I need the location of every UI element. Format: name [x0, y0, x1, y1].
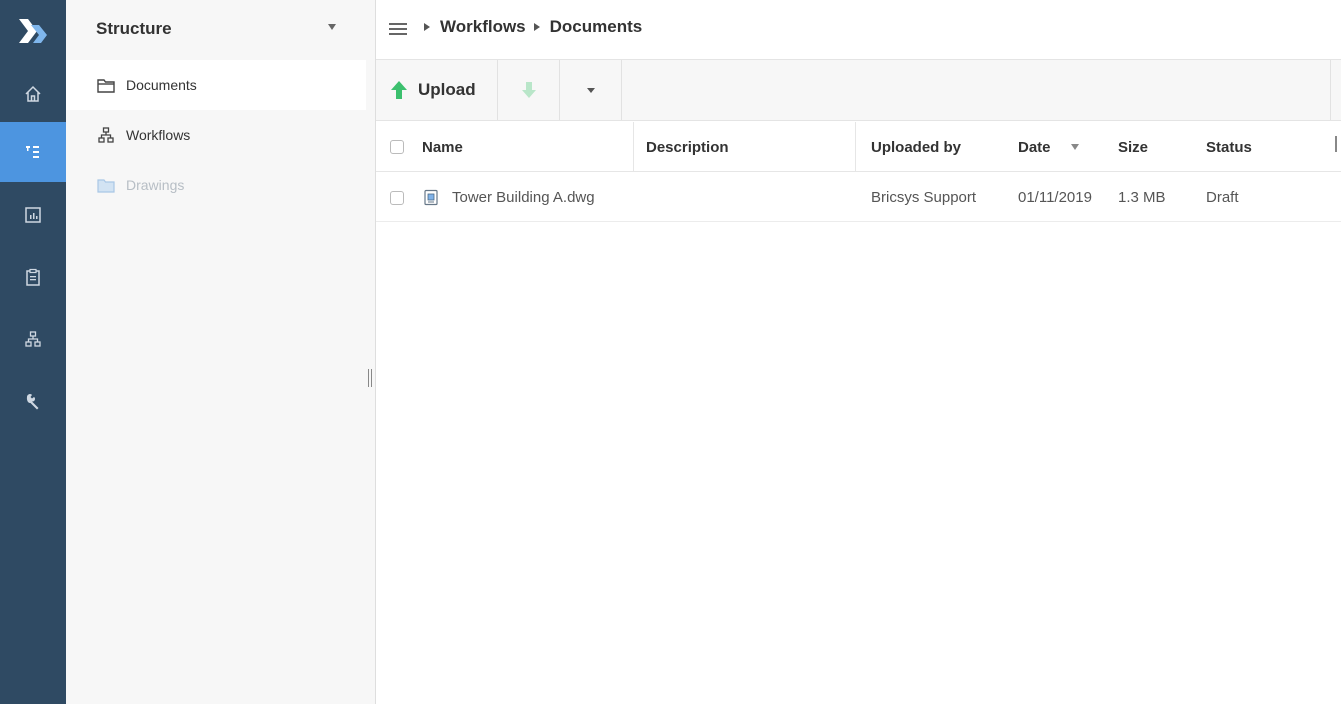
cell-name: Tower Building A.dwg [422, 173, 634, 222]
rail-reports[interactable] [0, 185, 66, 245]
row-checkbox[interactable] [390, 190, 404, 205]
column-date-label: Date [1018, 138, 1051, 156]
clipboard-icon [26, 268, 40, 286]
breadcrumb-item-documents[interactable]: Documents [550, 17, 643, 37]
column-size-label: Size [1118, 138, 1149, 156]
tree-item-drawings[interactable]: Drawings [66, 160, 366, 210]
structure-panel: Structure Documents Workflows Drawings [66, 0, 366, 704]
size-text: 1.3 MB [1118, 189, 1166, 206]
cell-size: 1.3 MB [1106, 173, 1196, 222]
top-bar: Workflows Documents [376, 0, 1341, 59]
arrow-down-icon [521, 82, 536, 98]
breadcrumb-item-workflows[interactable]: Workflows [440, 17, 526, 37]
cell-status: Draft [1196, 173, 1316, 222]
icon-rail [0, 0, 66, 704]
home-icon [25, 85, 41, 102]
tree-item-label: Drawings [126, 177, 185, 193]
column-resize-handle[interactable] [1335, 136, 1337, 152]
hierarchy-icon [25, 331, 41, 347]
chevron-down-icon [586, 87, 595, 93]
toolbar: Upload [376, 59, 1341, 121]
file-name-link[interactable]: Tower Building A.dwg [452, 189, 595, 206]
more-actions-dropdown[interactable] [560, 60, 622, 120]
table-header: Name Description Uploaded by Date Size S… [376, 122, 1341, 172]
date-text: 01/11/2019 [1018, 189, 1092, 206]
upload-label: Upload [418, 80, 476, 99]
rail-home[interactable] [0, 64, 66, 124]
tree-item-workflows[interactable]: Workflows [66, 110, 366, 160]
tree-item-label: Documents [126, 77, 197, 93]
download-button[interactable] [498, 60, 560, 120]
column-date[interactable]: Date [1006, 122, 1106, 172]
wrench-icon [26, 393, 39, 410]
cell-date: 01/11/2019 [1006, 173, 1106, 222]
column-status[interactable]: Status [1196, 122, 1316, 172]
hierarchy-icon [96, 126, 116, 143]
status-text: Draft [1206, 189, 1239, 206]
splitter-handle[interactable] [367, 369, 373, 387]
column-uploaded-by-label: Uploaded by [871, 138, 962, 156]
column-description-label: Description [646, 138, 729, 156]
main-panel: Workflows Documents Upload Name Descript… [376, 0, 1341, 704]
arrow-up-icon [391, 81, 407, 99]
panel-splitter [366, 0, 376, 704]
rail-workflows[interactable] [0, 309, 66, 369]
sort-descending-icon[interactable] [1070, 144, 1079, 150]
chevron-down-icon[interactable] [328, 24, 336, 30]
folder-icon [96, 77, 116, 93]
bricsys-logo-icon [19, 18, 47, 43]
column-name-label: Name [422, 138, 463, 156]
rail-tools[interactable] [0, 371, 66, 431]
table-row[interactable]: Tower Building A.dwg Bricsys Support 01/… [376, 173, 1341, 222]
rail-clipboard[interactable] [0, 247, 66, 307]
column-size[interactable]: Size [1106, 122, 1196, 172]
tree-icon [26, 146, 39, 158]
chart-icon [25, 207, 41, 223]
breadcrumb-arrow-icon [424, 23, 430, 31]
select-all-checkbox[interactable] [390, 140, 404, 154]
rail-structure[interactable] [0, 122, 66, 182]
column-status-label: Status [1206, 138, 1252, 156]
dwg-file-icon [424, 189, 438, 205]
tree-item-label: Workflows [126, 127, 191, 143]
bricsys-logo[interactable] [0, 0, 66, 61]
row-select-cell [390, 173, 420, 222]
select-all-cell [390, 122, 420, 172]
upload-button[interactable]: Upload [376, 60, 498, 120]
tree-item-documents[interactable]: Documents [66, 60, 366, 110]
folder-icon [96, 177, 116, 193]
cell-description [634, 173, 856, 222]
cell-uploaded-by: Bricsys Support [856, 173, 1006, 222]
column-uploaded-by[interactable]: Uploaded by [856, 122, 1006, 172]
uploaded-by-text: Bricsys Support [871, 189, 977, 206]
structure-header[interactable]: Structure [66, 0, 366, 58]
breadcrumb-arrow-icon [533, 23, 540, 31]
column-description[interactable]: Description [634, 122, 856, 172]
breadcrumb: Workflows Documents [424, 17, 650, 37]
structure-title: Structure [96, 19, 172, 38]
hamburger-menu-icon[interactable] [389, 23, 407, 35]
column-name[interactable]: Name [422, 122, 634, 172]
toolbar-divider [1330, 60, 1331, 120]
